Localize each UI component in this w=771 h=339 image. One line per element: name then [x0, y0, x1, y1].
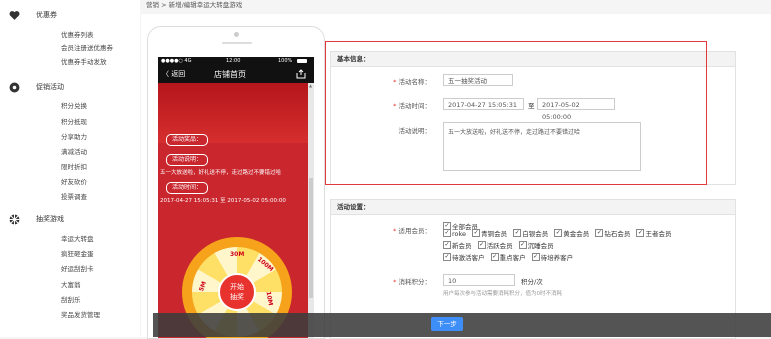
phone-time-text: 2017-04-27 15:05:31 至 2017-05-02 05:00:0…: [160, 198, 286, 204]
member-checkbox[interactable]: ✓ 活跃会员: [477, 241, 513, 250]
activity-settings-title: 活动设置：: [337, 203, 370, 211]
activity-settings-header: 活动设置：: [331, 200, 735, 215]
breadcrumb: 营销 > 新增/编辑幸运大转盘游戏: [146, 1, 243, 9]
phone-desc-text: 五一大放送啦，好礼送不停，走过路过不要错过哈: [160, 170, 282, 176]
battery-icon: [297, 59, 307, 63]
scroll-up-icon[interactable]: ▲: [309, 83, 312, 88]
back-button[interactable]: 〈 返回: [162, 69, 185, 79]
sidebar: 优惠券 优惠券列表 会员注册送优惠券 优惠券手动发放 促销活动 积分兑换 积分抵…: [0, 0, 140, 337]
member-checkbox[interactable]: ✓ 重点客户: [490, 253, 526, 262]
member-checkbox[interactable]: ✓ 青铜会员: [472, 229, 507, 238]
member-checkbox[interactable]: ✓ 新会员: [443, 241, 472, 250]
battery-status: 100%: [278, 58, 293, 64]
sidebar-item-flash-discount[interactable]: 限时折扣: [61, 162, 87, 173]
phone-camera: [234, 32, 239, 37]
phone-preview: ●●●●○ 4G 12:00 100% 〈 返回 店铺首页 ▲ 活动奖品： 活动…: [147, 26, 325, 339]
tag-prize: 活动奖品：: [166, 134, 209, 146]
member-row-4: ✓ 待激活客户 ✓ 重点客户 ✓ 待培养客户: [443, 252, 577, 262]
sidebar-item-coupon-list[interactable]: 优惠券列表: [61, 30, 94, 41]
sidebar-item-prize-shipping[interactable]: 奖品发货管理: [61, 310, 100, 321]
member-checkbox[interactable]: ✓ roke: [443, 229, 466, 238]
lottery-icon: [8, 213, 20, 225]
next-step-button[interactable]: 下一步: [431, 317, 463, 331]
signal-status: ●●●●○ 4G: [161, 58, 192, 64]
sidebar-item-scratch-fun[interactable]: 刮刮乐: [61, 295, 81, 306]
status-bar: ●●●●○ 4G 12:00 100%: [158, 57, 314, 65]
sidebar-item-points-deduction[interactable]: 积分抵现: [61, 117, 87, 128]
phone-speaker: [222, 42, 252, 44]
start-lottery-button[interactable]: 开始 抽奖: [218, 273, 256, 311]
member-row-2: ✓ roke ✓ 青铜会员 ✓ 白银会员 ✓ 黄金会员 ✓ 钻石会员 ✓ 王者会员: [443, 228, 675, 238]
member-checkbox[interactable]: ✓ 王者会员: [636, 229, 671, 238]
tag-description: 活动说明：: [166, 154, 209, 166]
highlight-annotation: [325, 41, 707, 185]
member-checkbox[interactable]: ✓ 黄金会员: [554, 229, 589, 238]
member-row-3: ✓ 新会员 ✓ 活跃会员 ✓ 沉睡会员: [443, 240, 558, 250]
share-icon[interactable]: [296, 69, 306, 81]
scroll-thumb[interactable]: [309, 178, 313, 298]
sidebar-item-lucky-wheel[interactable]: 幸运大转盘: [61, 234, 94, 245]
start-label-1: 开始: [230, 283, 244, 291]
sidebar-item-golden-egg[interactable]: 疯狂砸金蛋: [61, 249, 94, 260]
sidebar-item-points-exchange[interactable]: 积分兑换: [61, 101, 87, 112]
sidebar-section-coupon[interactable]: 优惠券: [36, 9, 57, 21]
member-checkbox[interactable]: ✓ 沉睡会员: [518, 241, 554, 250]
sidebar-item-scratch-card[interactable]: 好运刮刮卡: [61, 264, 94, 275]
member-checkbox[interactable]: ✓ 待激活客户: [443, 253, 485, 262]
member-scope-label: * 适用会员：: [393, 227, 431, 235]
member-checkbox[interactable]: ✓ 待培养客户: [531, 253, 573, 262]
tag-time: 活动时间：: [166, 182, 209, 194]
sidebar-item-bargain[interactable]: 好友砍价: [61, 177, 87, 188]
sidebar-item-full-reduction[interactable]: 满减活动: [61, 147, 87, 158]
points-unit: 积分/次: [521, 278, 543, 286]
start-label-2: 抽奖: [230, 293, 244, 301]
phone-screen: ●●●●○ 4G 12:00 100% 〈 返回 店铺首页 ▲ 活动奖品： 活动…: [158, 57, 314, 338]
status-time: 12:00: [226, 58, 241, 64]
phone-page-title: 店铺首页: [214, 70, 246, 79]
points-cost-input[interactable]: 10: [443, 274, 515, 286]
wheel-prize-label: 30M: [230, 251, 245, 258]
sidebar-item-monopoly[interactable]: 大富翁: [61, 280, 81, 291]
sidebar-section-lottery[interactable]: 抽奖游戏: [36, 213, 64, 225]
member-checkbox[interactable]: ✓ 白银会员: [513, 229, 548, 238]
sidebar-item-register-coupon[interactable]: 会员注册送优惠券: [61, 43, 113, 54]
points-hint: 用户每次参与活动需要消耗积分，值为0时不消耗: [443, 291, 563, 297]
sidebar-item-share-assist[interactable]: 分享助力: [61, 132, 87, 143]
sidebar-item-vote-survey[interactable]: 投票调查: [61, 192, 87, 203]
sidebar-section-promotion[interactable]: 促销活动: [36, 81, 64, 93]
points-cost-label: * 消耗积分：: [393, 278, 431, 286]
member-checkbox[interactable]: ✓ 钻石会员: [595, 229, 630, 238]
phone-navbar: 〈 返回 店铺首页: [158, 65, 314, 83]
promotion-icon: [8, 81, 20, 93]
heart-icon: [8, 9, 20, 21]
phone-scrollbar[interactable]: ▲: [308, 83, 314, 338]
sidebar-item-manual-coupon[interactable]: 优惠券手动发放: [61, 57, 107, 68]
